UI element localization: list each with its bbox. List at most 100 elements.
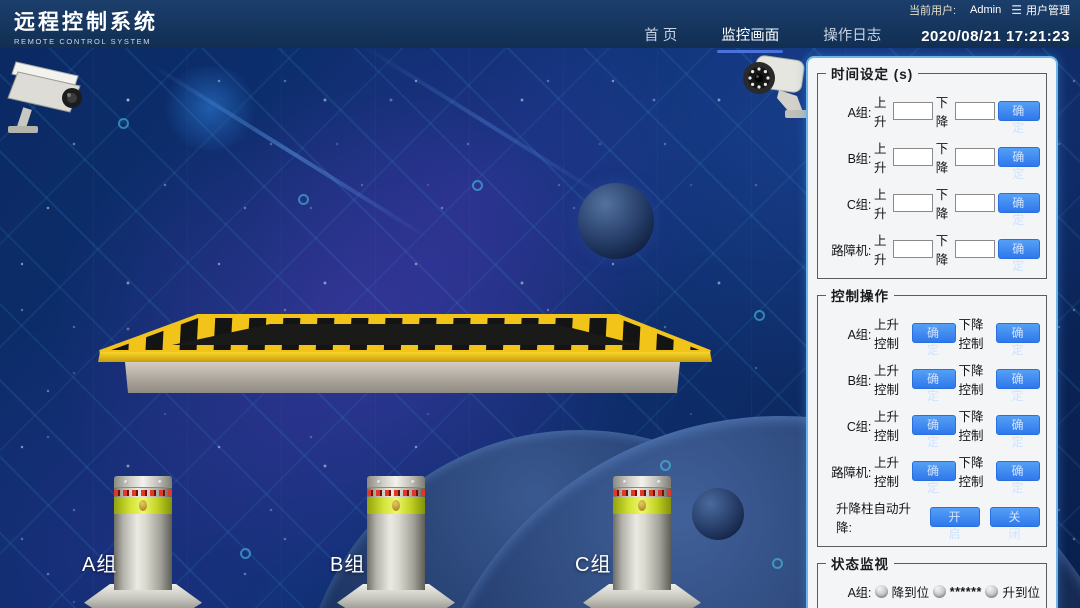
time-fall-input-a[interactable] <box>954 102 995 120</box>
status-row-a: A组: 降到位 ****** 升到位 <box>824 582 1040 601</box>
status-up-group: 升到位 <box>985 582 1040 601</box>
user-management-label: 用户管理 <box>1026 5 1070 17</box>
fall-control-label: 下降控制 <box>958 318 984 351</box>
time-confirm-button-c[interactable]: 确定 <box>997 193 1041 227</box>
bollard-cap <box>367 476 425 488</box>
fall-label: 下降 <box>935 188 949 221</box>
row-label: A组: <box>847 586 872 600</box>
time-confirm-button-b[interactable]: 确定 <box>997 147 1041 181</box>
fall-confirm-button-b[interactable]: 确定 <box>996 369 1040 403</box>
auto-lift-label: 升降柱自动升降: <box>836 502 912 535</box>
section-title-control: 控制操作 <box>831 289 889 304</box>
hamburger-menu-icon: ☰ <box>1011 3 1022 17</box>
status-indicator-down <box>874 585 888 598</box>
bollard-led-strip <box>114 490 172 496</box>
user-bar: 当前用户: Admin ☰ 用户管理 <box>909 2 1070 18</box>
auto-close-button[interactable]: 关闭 <box>989 507 1040 541</box>
bollard-group-a <box>81 474 205 608</box>
rise-control-label: 上升控制 <box>874 410 900 443</box>
fall-control-label: 下降控制 <box>958 456 984 489</box>
rise-confirm-button-b[interactable]: 确定 <box>911 369 956 403</box>
time-fall-input-barrier[interactable] <box>954 240 995 258</box>
bollard-cylinder <box>613 476 671 590</box>
time-row-a: A组: 上升 下降 确定 <box>824 92 1041 135</box>
bollard-reflective-band <box>114 497 172 514</box>
bollard-cap <box>114 476 172 488</box>
control-panel: 时间设定 (s) A组: 上升 下降 确定 B组: 上升 下降 确定 C组: 上… <box>806 56 1058 608</box>
bollard-label-b: B组 <box>330 554 366 576</box>
status-indicator-mid <box>932 585 946 598</box>
section-time-setting: 时间设定 (s) A组: 上升 下降 确定 B组: 上升 下降 确定 C组: 上… <box>817 63 1047 279</box>
control-row-a: A组: 上升控制 确定 下降控制 确定 <box>824 314 1040 357</box>
fall-label: 下降 <box>935 142 949 175</box>
time-confirm-button-barrier[interactable]: 确定 <box>997 239 1041 273</box>
app-logo: 远程控制系统 REMOTE CONTROL SYSTEM <box>14 6 158 46</box>
row-label: A组: <box>847 327 872 342</box>
cctv-camera-icon-left <box>7 61 82 133</box>
current-user-name: Admin <box>970 4 1002 16</box>
row-label: 路障机: <box>831 465 871 480</box>
status-down-group: 降到位 <box>874 582 930 601</box>
nav-tab-logs[interactable]: 操作日志 <box>801 20 903 53</box>
rise-control-label: 上升控制 <box>874 456 900 489</box>
rise-label: 上升 <box>874 96 887 129</box>
auto-open-button[interactable]: 开启 <box>929 507 980 541</box>
bollard-label-a: A组 <box>82 554 118 576</box>
bollard-emblem <box>392 500 400 511</box>
time-row-c: C组: 上升 下降 确定 <box>824 184 1041 227</box>
current-user-label: 当前用户: <box>908 5 957 17</box>
row-label: B组: <box>847 151 872 166</box>
rise-control-label: 上升控制 <box>874 318 900 351</box>
app-title: 远程控制系统 <box>14 11 158 34</box>
rise-confirm-button-a[interactable]: 确定 <box>911 323 956 357</box>
fall-label: 下降 <box>935 96 949 129</box>
nav-tab-monitor[interactable]: 监控画面 <box>699 20 801 53</box>
section-status: 状态监视 A组: 降到位 ****** 升到位 B组: 降到位 ****** 升… <box>817 553 1047 608</box>
time-rise-input-b[interactable] <box>892 148 933 166</box>
circuit-node <box>772 558 783 569</box>
rise-label: 上升 <box>874 188 887 221</box>
fall-confirm-button-barrier[interactable]: 确定 <box>996 461 1040 495</box>
status-down-label: 降到位 <box>891 586 930 600</box>
bollard-group-c <box>580 474 704 608</box>
bollard-group-b <box>334 474 458 608</box>
time-rise-input-barrier[interactable] <box>892 240 933 258</box>
rise-confirm-button-c[interactable]: 确定 <box>911 415 956 449</box>
row-label: 路障机: <box>831 243 871 258</box>
section-control: 控制操作 A组: 上升控制 确定 下降控制 确定 B组: 上升控制 确定 下降控… <box>817 285 1047 547</box>
fall-confirm-button-c[interactable]: 确定 <box>996 415 1040 449</box>
time-fall-input-c[interactable] <box>954 194 995 212</box>
status-up-label: 升到位 <box>1002 586 1040 600</box>
rise-control-label: 上升控制 <box>874 364 900 397</box>
status-indicator-up <box>985 585 999 598</box>
circuit-node <box>754 310 765 321</box>
circuit-node <box>472 180 483 191</box>
bollard-cylinder <box>367 476 425 590</box>
circuit-node <box>298 194 309 205</box>
time-fall-input-b[interactable] <box>954 148 995 166</box>
row-label: B组: <box>847 373 872 388</box>
app-subtitle: REMOTE CONTROL SYSTEM <box>14 37 152 46</box>
rise-label: 上升 <box>874 142 887 175</box>
planet-mid <box>578 183 654 259</box>
circuit-node <box>118 118 129 129</box>
section-title-time: 时间设定 (s) <box>831 67 914 82</box>
row-label: C组: <box>846 419 871 434</box>
control-row-barrier: 路障机: 上升控制 确定 下降控制 确定 <box>824 452 1040 495</box>
auto-lift-row: 升降柱自动升降: 开启 关闭 <box>824 498 1040 541</box>
rise-confirm-button-barrier[interactable]: 确定 <box>911 461 956 495</box>
fall-confirm-button-a[interactable]: 确定 <box>996 323 1040 357</box>
time-rise-input-c[interactable] <box>892 194 933 212</box>
user-management-link[interactable]: ☰ 用户管理 <box>1011 2 1070 18</box>
time-row-b: B组: 上升 下降 确定 <box>824 138 1041 181</box>
time-rise-input-a[interactable] <box>892 102 933 120</box>
status-mid-group: ****** <box>932 585 982 599</box>
time-confirm-button-a[interactable]: 确定 <box>997 101 1041 135</box>
nav-tab-home[interactable]: 首 页 <box>622 20 699 53</box>
road-barrier-machine <box>98 314 712 393</box>
top-header: 远程控制系统 REMOTE CONTROL SYSTEM 当前用户: Admin… <box>0 0 1080 53</box>
time-row-barrier: 路障机: 上升 下降 确定 <box>824 230 1041 273</box>
bollard-emblem <box>139 500 147 511</box>
section-title-status: 状态监视 <box>831 557 889 572</box>
rise-label: 上升 <box>874 234 887 267</box>
